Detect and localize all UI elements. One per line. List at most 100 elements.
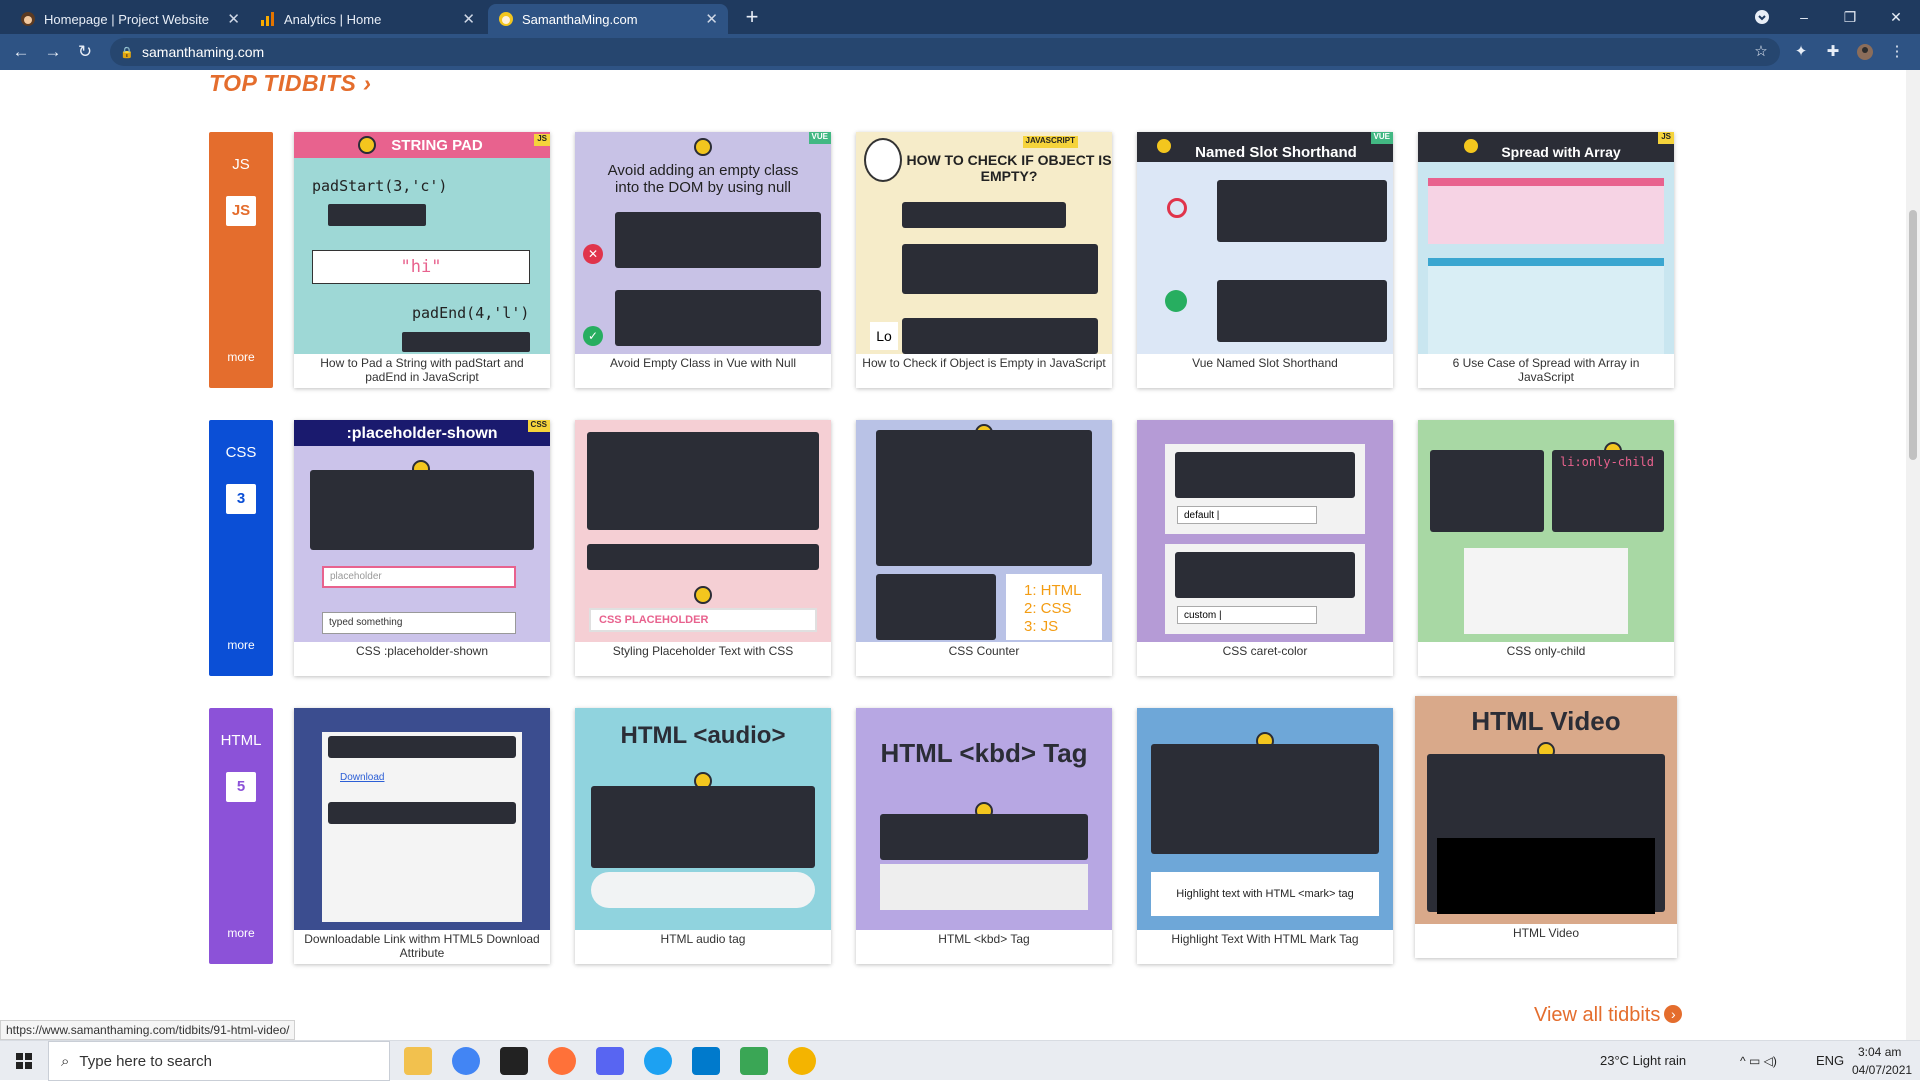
profile-menu-icon[interactable] <box>1742 4 1782 30</box>
category-js[interactable]: JS JS more <box>209 132 273 388</box>
section-title-text: TOP TIDBITS <box>209 70 357 96</box>
card-caption: Downloadable Link withm HTML5 Download A… <box>294 930 550 964</box>
reload-icon[interactable]: ↻ <box>74 41 96 63</box>
tidbit-card-vue-slot[interactable]: VUE Named Slot Shorthand Vue Named Slot … <box>1137 132 1393 388</box>
vscode-icon[interactable] <box>692 1047 720 1075</box>
code-block <box>1430 450 1544 532</box>
code-block <box>902 318 1098 354</box>
close-tab-icon[interactable]: ✕ <box>462 10 475 28</box>
app-icon[interactable] <box>596 1047 624 1075</box>
firefox-icon[interactable] <box>548 1047 576 1075</box>
language-indicator[interactable]: ENG <box>1816 1041 1844 1081</box>
array-panel <box>1428 178 1664 244</box>
extension-icon[interactable]: ✦ <box>1790 41 1812 63</box>
typed-input: typed something <box>322 612 516 634</box>
tab-analytics[interactable]: Analytics | Home ✕ <box>250 4 485 34</box>
close-tab-icon[interactable]: ✕ <box>227 10 240 28</box>
category-html[interactable]: HTML 5 more <box>209 708 273 964</box>
tidbit-card-download-link[interactable]: Download Downloadable Link withm HTML5 D… <box>294 708 550 964</box>
card-thumbnail: :placeholder-shown CSS placeholder typed… <box>294 420 550 642</box>
forward-icon[interactable]: → <box>42 41 64 63</box>
tidbit-card-mark-tag[interactable]: Highlight text with HTML <mark> tag High… <box>1137 708 1393 964</box>
card-thumbnail: VUE Named Slot Shorthand <box>1137 132 1393 354</box>
code-block <box>1151 744 1379 854</box>
code-snippet: padEnd(4,'l') <box>412 304 530 322</box>
tag-badge: CSS <box>527 420 550 432</box>
code-block <box>1217 280 1387 342</box>
tidbit-card-kbd-tag[interactable]: HTML <kbd> Tag HTML <kbd> Tag <box>856 708 1112 964</box>
tab-homepage[interactable]: Homepage | Project Website ✕ <box>10 4 250 34</box>
close-tab-icon[interactable]: ✕ <box>705 10 718 28</box>
code-chip <box>328 204 426 226</box>
tidbit-card-vue-empty-class[interactable]: VUE Avoid adding an empty class into the… <box>575 132 831 388</box>
clock-date[interactable]: 04/07/2021 <box>1852 1050 1912 1090</box>
app-icon[interactable] <box>644 1047 672 1075</box>
code-block <box>587 432 819 530</box>
check-icon: ✓ <box>583 326 603 346</box>
view-all-tidbits-link[interactable]: View all tidbits › <box>1534 1004 1683 1027</box>
tag-badge: VUE <box>808 132 831 144</box>
notepad-icon[interactable] <box>740 1047 768 1075</box>
more-link[interactable]: more <box>209 926 273 940</box>
code-chip <box>402 332 530 352</box>
code-block <box>328 802 516 824</box>
tidbit-card-html-video[interactable]: HTML Video HTML Video <box>1415 696 1677 958</box>
card-caption: How to Pad a String with padStart and pa… <box>294 354 550 388</box>
tidbit-card-string-pad[interactable]: STRING PAD JS padStart(3,'c') "hi" padEn… <box>294 132 550 388</box>
terminal-icon[interactable] <box>500 1047 528 1075</box>
tidbit-card-audio-tag[interactable]: HTML <audio> HTML audio tag <box>575 708 831 964</box>
tidbit-card-only-child[interactable]: li:only-child CSS only-child <box>1418 420 1674 676</box>
avatar-favicon-icon <box>20 11 36 27</box>
close-window-button[interactable]: ✕ <box>1876 4 1916 30</box>
more-link[interactable]: more <box>209 638 273 652</box>
card-thumbnail: VUE Avoid adding an empty class into the… <box>575 132 831 354</box>
more-link[interactable]: more <box>209 350 273 364</box>
page-scrollbar[interactable] <box>1906 70 1920 1040</box>
extensions-puzzle-icon[interactable]: ✚ <box>1822 41 1844 63</box>
bookmark-star-icon[interactable]: ☆ <box>1750 41 1772 63</box>
tidbit-card-styling-placeholder[interactable]: CSS PLACEHOLDER Styling Placeholder Text… <box>575 420 831 676</box>
address-toolbar: ← → ↻ 🔒 samanthaming.com ☆ ✦ ✚ ⋮ <box>0 34 1920 70</box>
card-caption: CSS only-child <box>1418 642 1674 676</box>
section-title[interactable]: TOP TIDBITS › <box>209 70 371 97</box>
weather-widget[interactable]: 23°C Light rain <box>1600 1041 1686 1081</box>
avatar-icon <box>694 586 712 604</box>
system-tray-icons[interactable]: ^ ▭ ◁) <box>1740 1041 1777 1081</box>
card-thumbnail: li:only-child <box>1418 420 1674 642</box>
new-tab-button[interactable]: + <box>738 4 766 32</box>
minimize-button[interactable]: – <box>1784 4 1824 30</box>
profile-avatar-icon[interactable] <box>1854 41 1876 63</box>
thumb-title: HTML <kbd> Tag <box>880 738 1088 768</box>
windows-start-icon[interactable] <box>0 1041 48 1081</box>
chrome-icon[interactable] <box>452 1047 480 1075</box>
tidbit-card-spread-array[interactable]: JS Spread with Array 6 Use Case of Sprea… <box>1418 132 1674 388</box>
thumb-title: HTML Video <box>1471 706 1621 736</box>
category-css[interactable]: CSS 3 more <box>209 420 273 676</box>
tidbit-card-caret-color[interactable]: default | custom | CSS caret-color <box>1137 420 1393 676</box>
tidbit-row-html: HTML 5 more Download Downloadable Link w… <box>209 696 1679 966</box>
url-text: samanthaming.com <box>142 44 265 60</box>
chrome-canary-icon[interactable] <box>788 1047 816 1075</box>
tidbit-row-css: CSS 3 more :placeholder-shown CSS placeh… <box>209 420 1679 678</box>
status-bar-url: https://www.samanthaming.com/tidbits/91-… <box>0 1020 296 1040</box>
browser-menu-icon[interactable]: ⋮ <box>1886 41 1908 63</box>
taskbar-search-box[interactable]: ⌕ Type here to search <box>48 1041 390 1081</box>
search-placeholder: Type here to search <box>79 1052 212 1070</box>
file-explorer-icon[interactable] <box>404 1047 432 1075</box>
tidbit-card-object-empty[interactable]: JAVASCRIPT HOW TO CHECK IF OBJECT IS EMP… <box>856 132 1112 388</box>
back-icon[interactable]: ← <box>10 41 32 63</box>
tidbit-card-css-counter[interactable]: 1: HTML 2: CSS 3: JS CSS Counter <box>856 420 1112 676</box>
card-thumbnail: HTML <audio> <box>575 708 831 930</box>
tab-label: Analytics | Home <box>284 11 382 27</box>
avatar-icon <box>694 138 712 156</box>
address-bar[interactable]: 🔒 samanthaming.com <box>110 38 1780 66</box>
tab-samanthaming[interactable]: SamanthaMing.com ✕ <box>488 4 728 34</box>
video-player <box>1437 838 1655 914</box>
lodash-logo-icon: Lo <box>870 322 898 350</box>
scrollbar-thumb[interactable] <box>1909 210 1917 460</box>
audio-player <box>591 872 815 908</box>
tidbit-card-placeholder-shown[interactable]: :placeholder-shown CSS placeholder typed… <box>294 420 550 676</box>
browser-window: Homepage | Project Website ✕ Analytics |… <box>0 0 1920 1081</box>
card-caption: HTML <kbd> Tag <box>856 930 1112 964</box>
restore-button[interactable]: ❐ <box>1830 4 1870 30</box>
